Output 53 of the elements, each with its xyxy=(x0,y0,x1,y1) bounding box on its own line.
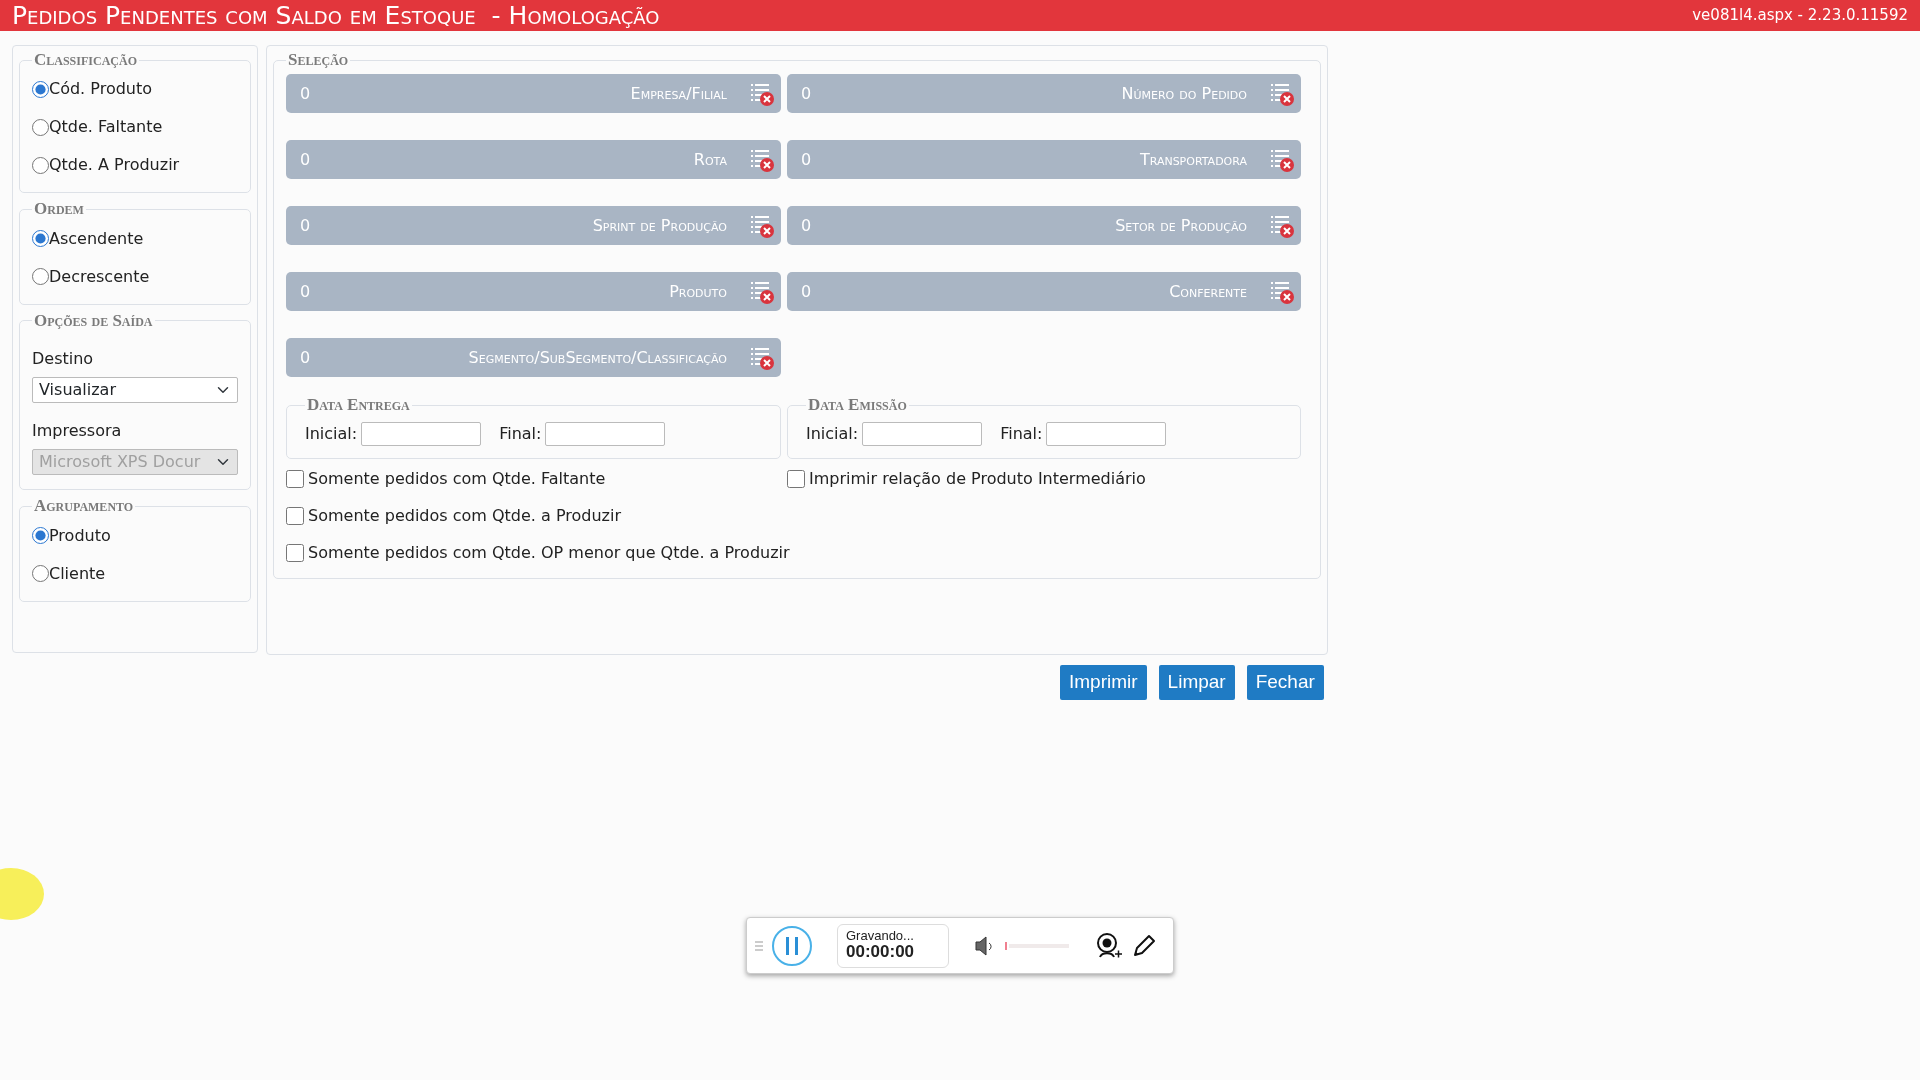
radio-button[interactable] xyxy=(32,565,49,583)
pencil-icon[interactable] xyxy=(1131,932,1157,959)
section-title: Data Entrega xyxy=(306,395,411,416)
radio-button[interactable] xyxy=(32,118,49,136)
field-label: Destino xyxy=(32,348,95,371)
date-input[interactable] xyxy=(862,421,983,446)
radio-label[interactable]: Decrescente xyxy=(49,264,150,289)
checkbox[interactable] xyxy=(286,544,304,563)
destination-select[interactable]: Visualizar xyxy=(32,377,238,404)
radio-button[interactable] xyxy=(32,268,49,286)
section-title: Opções de Saída xyxy=(33,310,154,332)
page-title: Pedidos Pendentes com Saldo em Estoque - Homologação xyxy=(12,0,660,32)
date-input[interactable] xyxy=(361,421,482,446)
printer-select: Microsoft XPS Docur xyxy=(32,449,238,476)
radio-label[interactable]: Cód. Produto xyxy=(49,77,153,102)
field-label: Inicial: xyxy=(305,422,358,445)
section-title: Data Emissão xyxy=(807,395,908,416)
radio-label[interactable]: Produto xyxy=(49,523,111,548)
action-button[interactable]: Limpar xyxy=(1158,665,1235,700)
field-label: Inicial: xyxy=(806,422,859,445)
checkbox[interactable] xyxy=(286,470,304,489)
field-label: Final: xyxy=(1000,422,1043,445)
webcam-icon[interactable] xyxy=(1095,931,1123,960)
section-title: Classificação xyxy=(33,50,138,71)
recording-timer: 00:00:00 xyxy=(846,943,916,962)
pause-icon[interactable] xyxy=(771,924,813,967)
radio-label[interactable]: Qtde. A Produzir xyxy=(49,153,180,178)
section-title: Agrupamento xyxy=(33,496,135,517)
radio-label[interactable]: Qtde. Faltante xyxy=(49,115,163,140)
radio-label[interactable]: Cliente xyxy=(49,561,106,586)
radio-button[interactable] xyxy=(32,80,49,98)
date-input[interactable] xyxy=(1046,421,1167,446)
action-button[interactable]: Imprimir xyxy=(1060,665,1147,700)
date-input[interactable] xyxy=(545,421,666,446)
radio-button[interactable] xyxy=(32,156,49,174)
checkbox-label[interactable]: Somente pedidos com Qtde. a Produzir xyxy=(308,504,621,529)
volume-meter xyxy=(1005,939,1071,952)
checkbox[interactable] xyxy=(286,507,304,526)
section-title: Seleção xyxy=(287,50,350,71)
version-text: ve081l4.aspx - 2.23.0.11592 xyxy=(1692,5,1908,27)
section-title: Ordem xyxy=(33,199,85,220)
field-label: Impressora xyxy=(32,420,123,443)
recording-status: Gravando... xyxy=(846,929,915,944)
checkbox-label[interactable]: Imprimir relação de Produto Intermediário xyxy=(809,467,1146,492)
checkbox-label[interactable]: Somente pedidos com Qtde. OP menor que Qtde. a Produzir xyxy=(308,541,790,566)
radio-button[interactable] xyxy=(32,230,49,248)
radio-label[interactable]: Ascendente xyxy=(49,226,144,251)
field-label: Final: xyxy=(499,422,542,445)
radio-button[interactable] xyxy=(32,527,49,545)
checkbox[interactable] xyxy=(787,470,805,489)
checkbox-label[interactable]: Somente pedidos com Qtde. Faltante xyxy=(308,467,606,492)
drag-handle-icon[interactable] xyxy=(755,940,763,951)
action-button[interactable]: Fechar xyxy=(1246,665,1324,700)
